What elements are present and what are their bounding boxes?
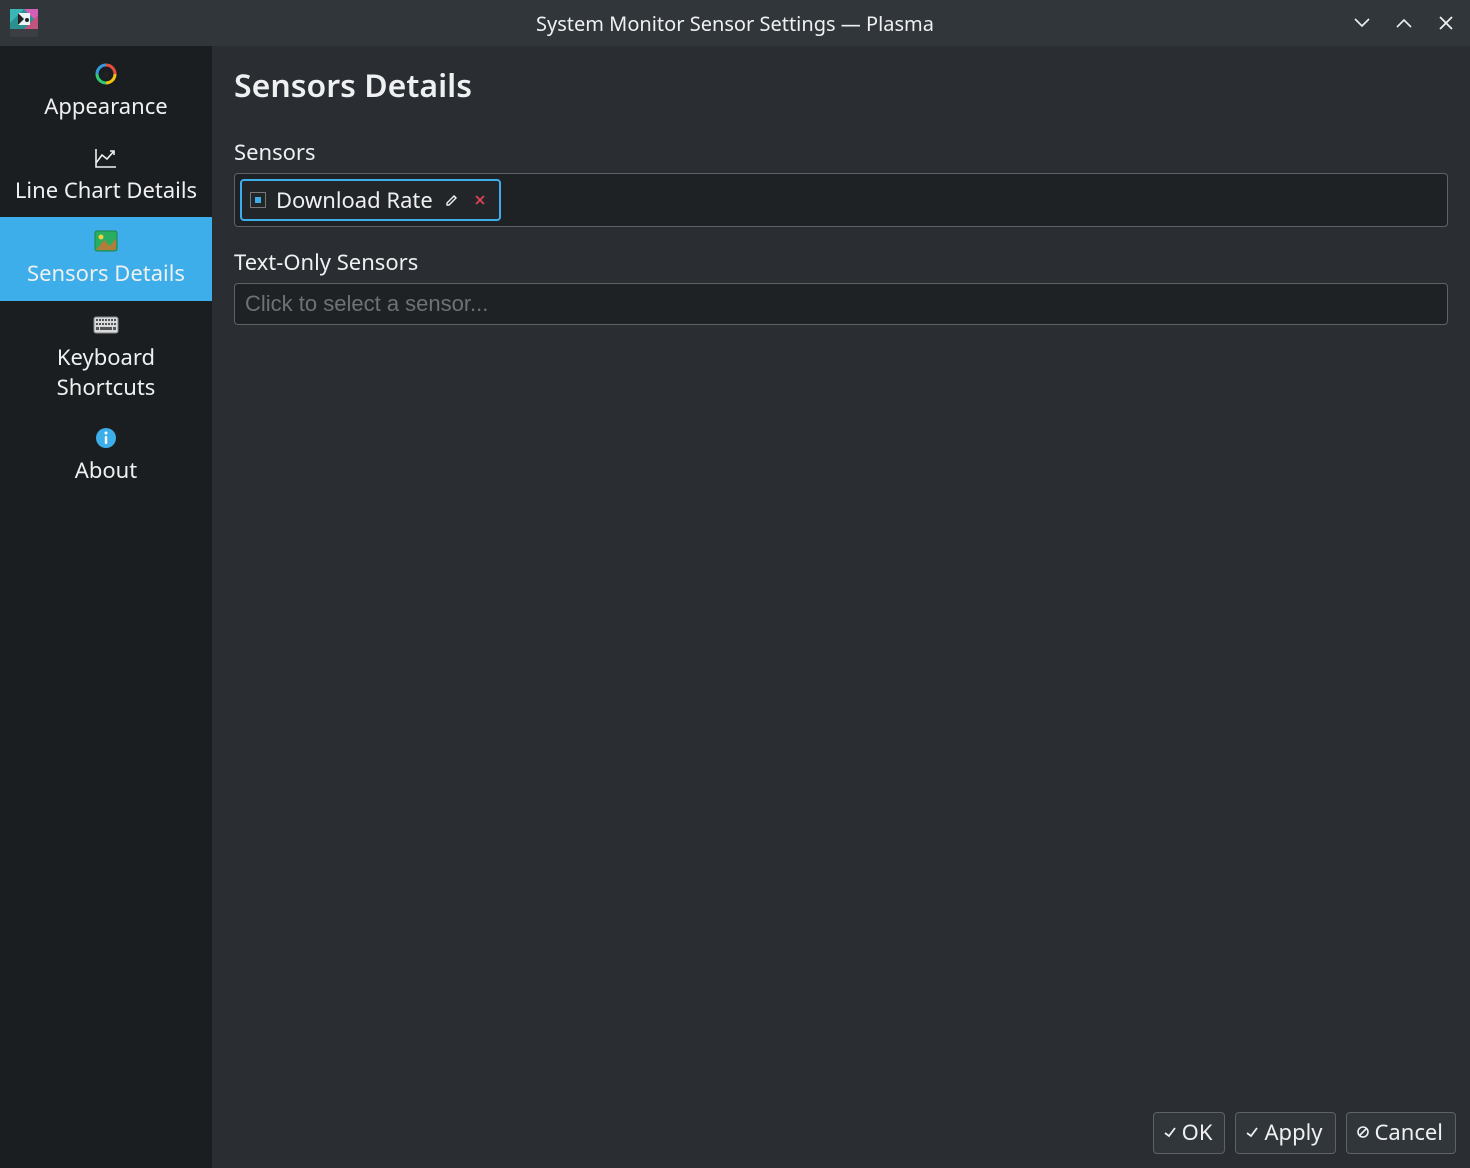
remove-icon[interactable] [471,191,489,209]
ok-button[interactable]: OK [1153,1112,1226,1154]
edit-icon[interactable] [443,191,461,209]
window-controls [1350,0,1464,46]
appearance-icon [92,60,120,88]
sidebar-item-label: Line Chart Details [15,176,197,206]
close-button[interactable] [1434,11,1458,35]
chip-color-swatch[interactable] [250,192,266,208]
chip-label: Download Rate [276,185,433,215]
window-title: System Monitor Sensor Settings — Plasma [536,10,934,37]
sidebar-item-label: Keyboard Shortcuts [8,343,204,402]
sensors-label: Sensors [234,137,1448,167]
sidebar-item-appearance[interactable]: Appearance [0,50,212,134]
sidebar-item-sensors-details[interactable]: Sensors Details [0,217,212,301]
dialog-button-bar: OK Apply Cancel [1153,1112,1456,1154]
sidebar-item-about[interactable]: About [0,414,212,498]
maximize-button[interactable] [1392,11,1416,35]
titlebar: System Monitor Sensor Settings — Plasma [0,0,1470,46]
sidebar-item-keyboard-shortcuts[interactable]: Keyboard Shortcuts [0,301,212,414]
button-label: OK [1182,1117,1213,1147]
info-icon [92,424,120,452]
text-only-sensors-input[interactable] [234,283,1448,325]
sidebar-item-label: Appearance [44,92,167,122]
sidebar-item-label: About [75,456,137,486]
check-icon [1162,1124,1178,1140]
minimize-button[interactable] [1350,11,1374,35]
check-icon [1244,1124,1260,1140]
apply-button[interactable]: Apply [1235,1112,1335,1154]
button-label: Cancel [1375,1117,1444,1147]
keyboard-icon [92,311,120,339]
button-label: Apply [1264,1117,1322,1147]
sidebar-item-line-chart[interactable]: Line Chart Details [0,134,212,218]
sidebar-item-label: Sensors Details [27,259,185,289]
sidebar: Appearance Line Chart Details Sensor [0,46,212,1168]
cancel-icon [1355,1124,1371,1140]
image-icon [92,227,120,255]
text-only-sensors-label: Text-Only Sensors [234,247,1448,277]
cancel-button[interactable]: Cancel [1346,1112,1457,1154]
line-chart-icon [92,144,120,172]
sensor-chip-download-rate[interactable]: Download Rate [240,179,501,221]
app-icon [10,9,38,37]
sensors-field[interactable]: Download Rate [234,173,1448,227]
page-title: Sensors Details [234,64,1448,107]
content-panel: Sensors Details Sensors Download Rate [212,46,1470,1168]
